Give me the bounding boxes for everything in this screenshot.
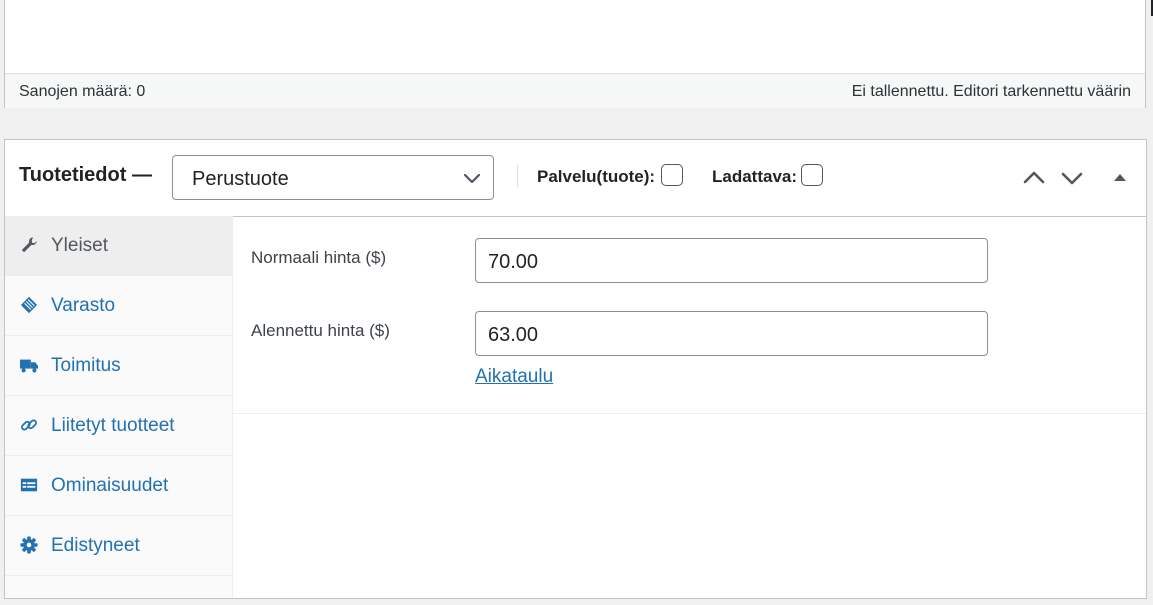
sale-price-label: Alennettu hinta ($) (251, 321, 390, 340)
tab-linked-products[interactable]: Liitetyt tuotteet (5, 396, 232, 456)
move-down-icon[interactable] (1061, 167, 1083, 189)
sale-price-input[interactable]: 63.00 (475, 311, 988, 356)
virtual-label: Palvelu(tuote): (537, 167, 656, 186)
tab-general[interactable]: Yleiset (5, 216, 232, 276)
tab-label: Edistyneet (51, 535, 140, 556)
gear-icon (20, 536, 38, 554)
tab-label: Ominaisuudet (51, 475, 169, 496)
fields-divider (232, 413, 1146, 414)
tag-icon (20, 296, 38, 314)
wrench-icon (21, 237, 37, 253)
table-icon (20, 478, 38, 492)
chevron-down-icon (463, 173, 481, 184)
move-up-icon[interactable] (1023, 167, 1045, 189)
product-data-tabs: Yleiset Varasto Toimitus Liitetyt tuotte… (5, 216, 233, 598)
virtual-checkbox[interactable] (661, 164, 683, 186)
toggle-panel-icon[interactable] (1109, 167, 1131, 189)
truck-icon (20, 359, 38, 373)
product-data-header: Tuotetiedot — Perustuote Palvelu(tuote):… (5, 140, 1146, 217)
link-icon (21, 419, 37, 431)
regular-price-input[interactable]: 70.00 (475, 238, 988, 283)
save-status: Ei tallennettu. Editori tarkennettu väär… (851, 83, 1131, 100)
header-separator (517, 165, 518, 187)
editor-content-area[interactable] (5, 0, 1145, 73)
tab-label: Liitetyt tuotteet (51, 415, 175, 436)
product-type-value: Perustuote (192, 168, 289, 190)
tab-inventory[interactable]: Varasto (5, 276, 232, 336)
downloadable-checkbox[interactable] (801, 164, 823, 186)
product-type-select[interactable]: Perustuote (172, 155, 494, 200)
tab-label: Yleiset (51, 235, 109, 256)
product-data-panel: Tuotetiedot — Perustuote Palvelu(tuote):… (4, 139, 1147, 599)
schedule-link[interactable]: Aikataulu (475, 366, 553, 388)
editor-box: Sanojen määrä: 0 Ei tallennettu. Editori… (4, 0, 1146, 108)
regular-price-label: Normaali hinta ($) (251, 248, 387, 267)
word-count: Sanojen määrä: 0 (19, 83, 146, 100)
panel-title: Tuotetiedot — (19, 164, 152, 186)
tab-label: Toimitus (51, 355, 121, 376)
tab-advanced[interactable]: Edistyneet (5, 516, 232, 576)
tab-shipping[interactable]: Toimitus (5, 336, 232, 396)
editor-status-bar: Sanojen määrä: 0 Ei tallennettu. Editori… (5, 73, 1145, 108)
tab-attributes[interactable]: Ominaisuudet (5, 456, 232, 516)
downloadable-label: Ladattava: (712, 167, 798, 186)
tab-label: Varasto (51, 295, 116, 316)
